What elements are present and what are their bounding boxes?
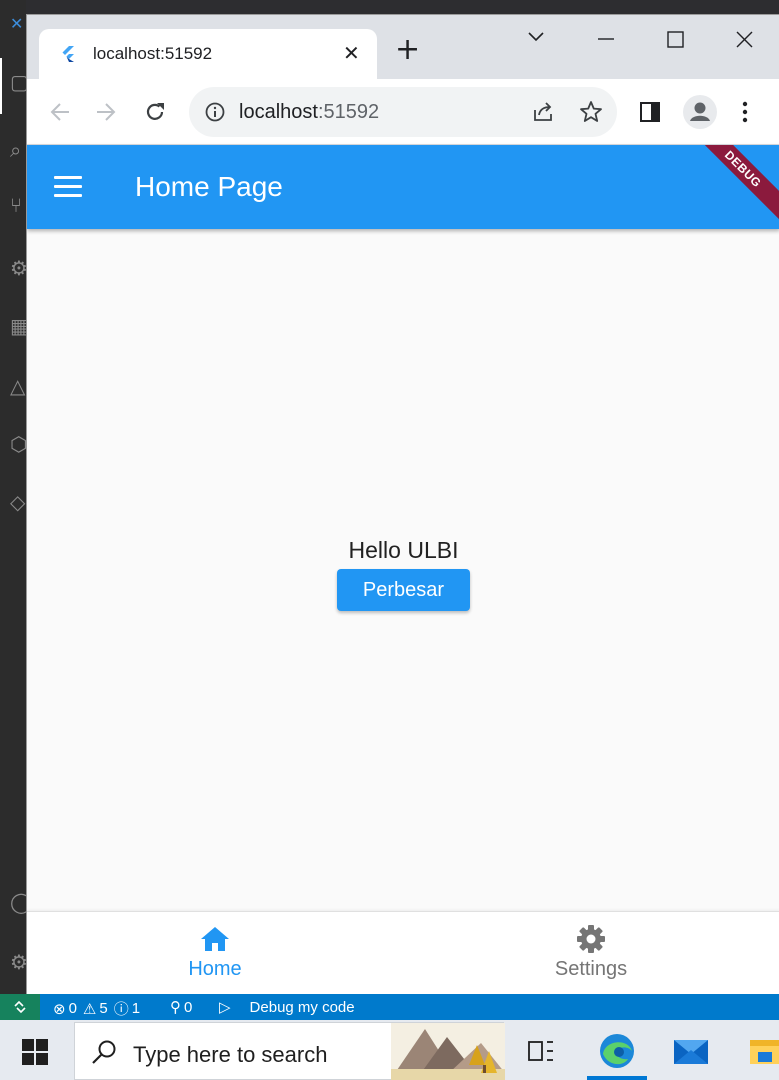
mail-icon[interactable] bbox=[672, 1032, 710, 1070]
warning-count: 5 bbox=[99, 1000, 108, 1017]
profile-icon bbox=[690, 102, 710, 121]
close-icon[interactable]: ✕ bbox=[10, 14, 23, 33]
window-close-icon[interactable] bbox=[736, 31, 753, 48]
arrow-left-icon bbox=[50, 103, 69, 121]
browser-toolbar: localhost:51592 bbox=[27, 79, 779, 145]
nav-item-home[interactable]: Home bbox=[27, 924, 403, 981]
remote-icon bbox=[14, 1000, 26, 1014]
source-control-icon[interactable]: ⑂ bbox=[0, 185, 26, 225]
nav-home-label: Home bbox=[188, 958, 242, 980]
broadcast-icon: ⚲ bbox=[170, 998, 181, 1016]
problems-indicator[interactable]: ⊗ 0 ⚠ 5 ⓘ 1 bbox=[53, 998, 140, 1019]
windows-start-icon[interactable] bbox=[22, 1039, 48, 1065]
package-icon[interactable]: ⬡ bbox=[0, 424, 26, 464]
flutter-favicon-icon bbox=[62, 46, 74, 62]
tag-icon[interactable]: ◇ bbox=[0, 482, 26, 522]
search-icon bbox=[92, 1040, 116, 1064]
new-tab-button[interactable]: + bbox=[395, 35, 420, 65]
bottom-navigation-bar: Home Settings bbox=[27, 911, 779, 994]
vscode-status-bar: ⊗ 0 ⚠ 5 ⓘ 1 ⚲ 0 ▷ Debug my code bbox=[0, 994, 779, 1020]
file-explorer-icon[interactable] bbox=[748, 1032, 779, 1070]
debug-banner: DEBUG bbox=[682, 145, 779, 229]
home-icon bbox=[201, 927, 229, 951]
side-panel-icon[interactable] bbox=[639, 101, 661, 123]
windows-taskbar: Type here to search bbox=[0, 1020, 779, 1080]
nav-settings-label: Settings bbox=[554, 958, 628, 980]
share-icon[interactable] bbox=[531, 100, 555, 124]
remote-indicator[interactable] bbox=[0, 994, 40, 1020]
account-icon[interactable]: ◯ bbox=[0, 882, 26, 922]
task-view-icon[interactable] bbox=[521, 1032, 559, 1070]
info-icon: ⓘ bbox=[113, 1000, 129, 1018]
search-highlight-illustration bbox=[391, 1023, 505, 1080]
debug-run-icon: ▷ bbox=[219, 998, 231, 1016]
arrow-right-icon bbox=[97, 103, 116, 121]
content-center: Hello ULBI Perbesar bbox=[27, 535, 779, 611]
app-bar: Home Page DEBUG bbox=[27, 145, 779, 229]
debug-icon[interactable]: ⚙ bbox=[0, 248, 26, 288]
menu-icon[interactable] bbox=[54, 176, 84, 198]
browser-window: localhost:51592 ✕ + localhost:51592 Home… bbox=[26, 14, 779, 994]
tab-close-icon[interactable]: ✕ bbox=[343, 41, 360, 65]
ports-indicator[interactable]: ⚲ 0 bbox=[170, 998, 192, 1016]
url-text: localhost:51592 bbox=[239, 101, 380, 123]
flutter-app: Home Page DEBUG Hello ULBI Perbesar Home bbox=[27, 145, 779, 994]
debug-launch[interactable]: ▷ Debug my code bbox=[219, 998, 355, 1016]
nav-item-settings[interactable]: Settings bbox=[403, 924, 779, 981]
tab-search-chevron-icon[interactable] bbox=[527, 31, 545, 43]
info-icon[interactable] bbox=[205, 102, 225, 122]
edge-browser-icon[interactable] bbox=[598, 1032, 636, 1070]
browser-tab[interactable]: localhost:51592 ✕ bbox=[39, 29, 377, 79]
page-title: Home Page bbox=[135, 171, 283, 202]
info-count: 1 bbox=[131, 1000, 141, 1017]
ports-count: 0 bbox=[184, 998, 193, 1016]
forward-button[interactable] bbox=[91, 97, 121, 127]
tab-strip: localhost:51592 ✕ + bbox=[27, 15, 779, 79]
active-app-indicator bbox=[587, 1076, 647, 1080]
back-button[interactable] bbox=[45, 97, 75, 127]
profile-avatar[interactable] bbox=[683, 95, 717, 129]
error-count: 0 bbox=[68, 1000, 77, 1017]
address-bar[interactable]: localhost:51592 bbox=[189, 87, 617, 137]
debug-label: Debug my code bbox=[249, 998, 355, 1016]
greeting-text: Hello ULBI bbox=[348, 537, 459, 563]
search-icon[interactable]: ⌕ bbox=[0, 130, 26, 170]
explorer-icon[interactable]: ▢ bbox=[0, 62, 26, 102]
warning-icon: ⚠ bbox=[82, 999, 97, 1018]
taskbar-search[interactable]: Type here to search bbox=[74, 1022, 505, 1080]
bookmark-star-icon[interactable] bbox=[579, 100, 603, 124]
maximize-icon[interactable] bbox=[667, 31, 684, 48]
gear-icon bbox=[577, 925, 605, 953]
reload-icon bbox=[146, 103, 164, 120]
perbesar-button[interactable]: Perbesar bbox=[337, 569, 470, 611]
vscode-activity-bar: ✕ ▢ ⌕ ⑂ ⚙ ▦ △ ⬡ ◇ ◯ ⚙ bbox=[0, 0, 26, 994]
minimize-icon[interactable] bbox=[597, 37, 615, 41]
error-icon: ⊗ bbox=[53, 999, 66, 1018]
reload-button[interactable] bbox=[140, 97, 170, 127]
tab-title: localhost:51592 bbox=[93, 44, 213, 63]
testing-icon[interactable]: △ bbox=[0, 366, 26, 406]
more-vertical-icon[interactable] bbox=[741, 100, 749, 124]
search-placeholder: Type here to search bbox=[133, 1042, 328, 1067]
extensions-icon[interactable]: ▦ bbox=[0, 306, 26, 346]
manage-icon[interactable]: ⚙ bbox=[0, 942, 26, 982]
